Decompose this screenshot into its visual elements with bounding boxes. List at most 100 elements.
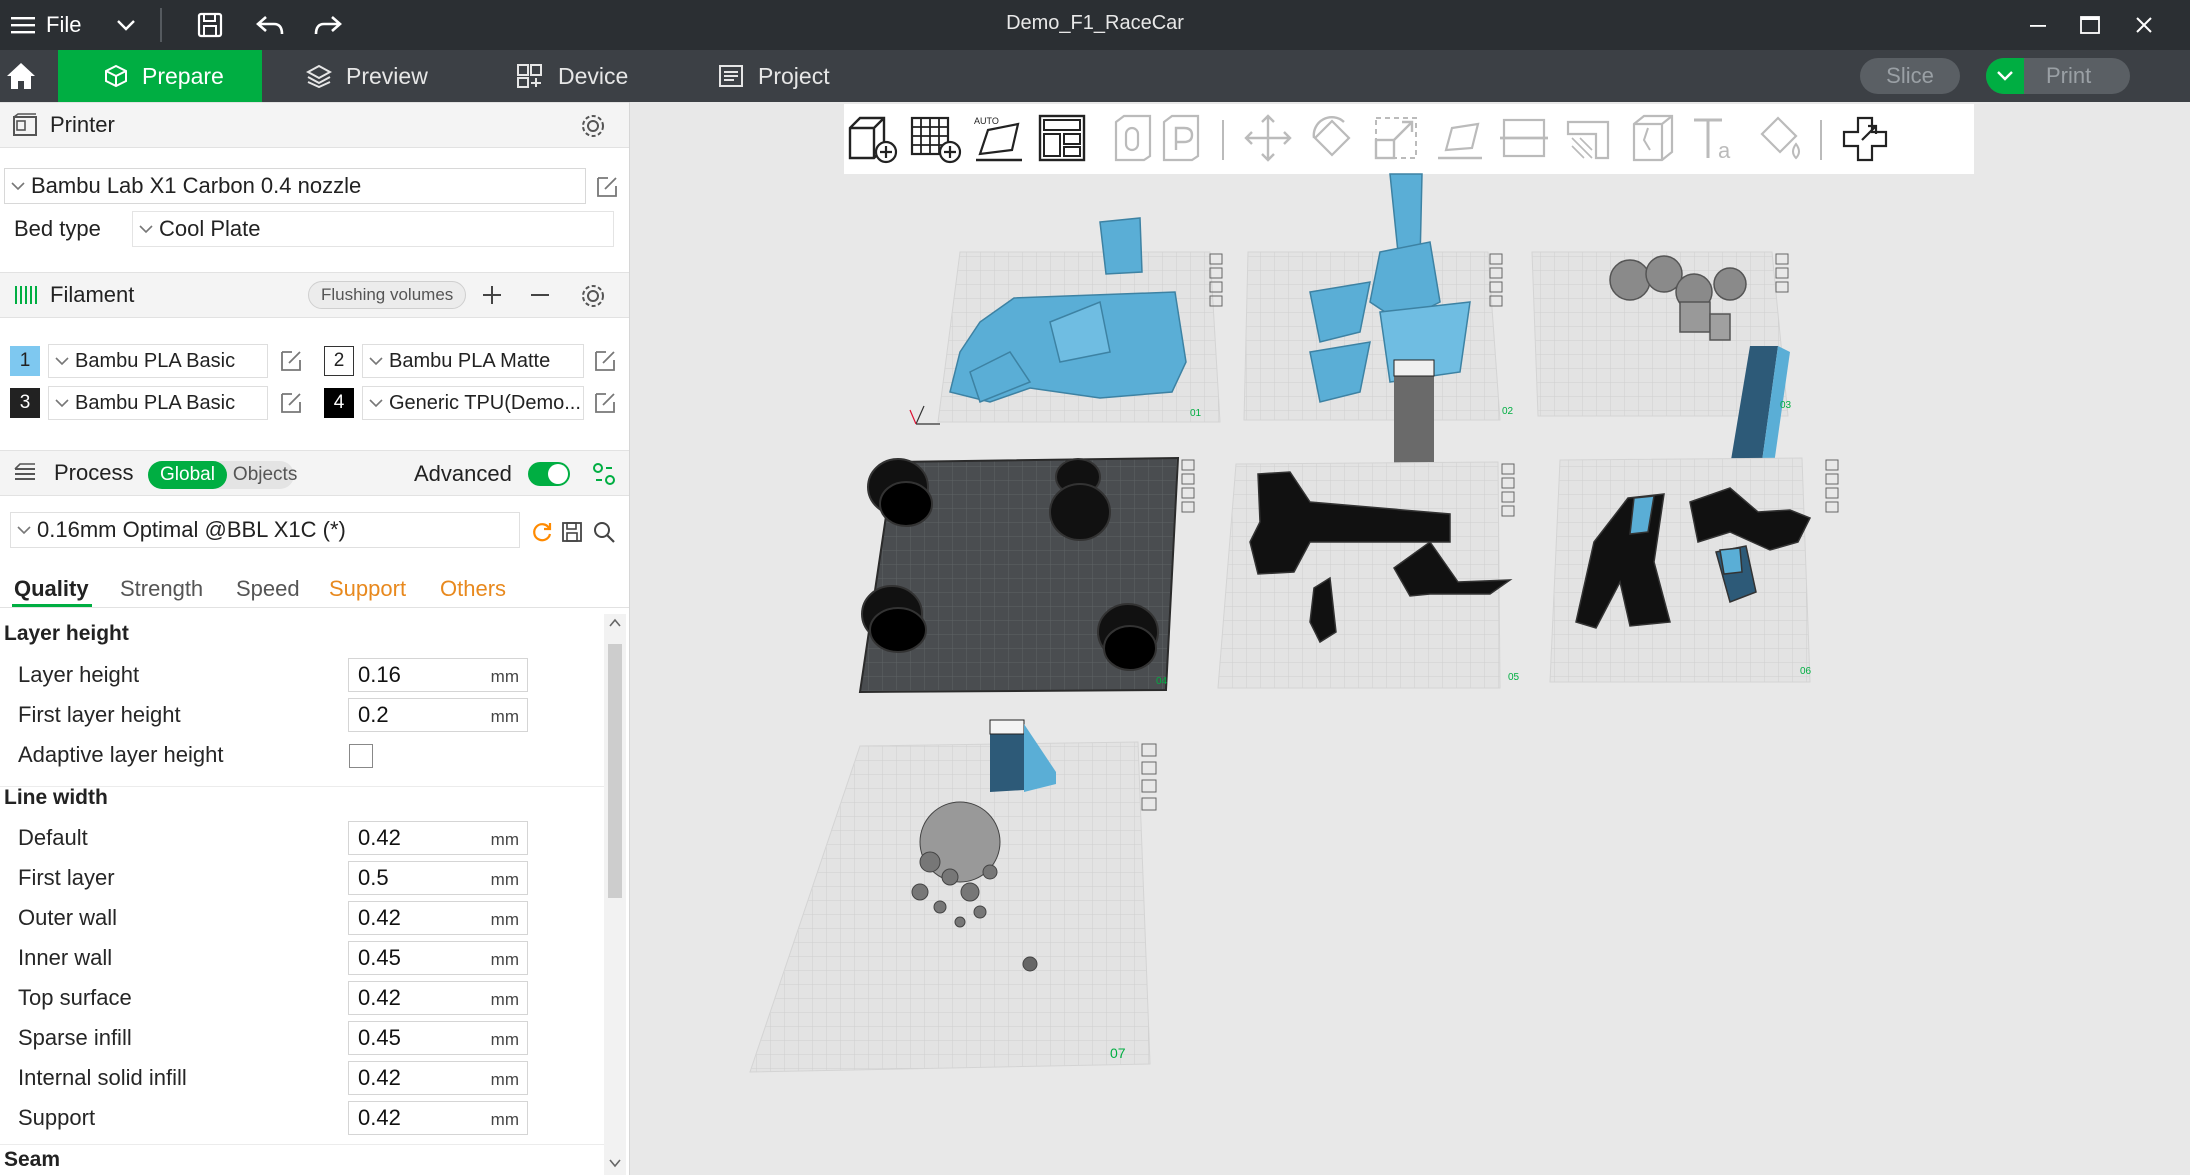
- save-preset-icon[interactable]: [560, 520, 584, 544]
- option-label: Layer height: [18, 662, 140, 687]
- dropdown-chevron-icon[interactable]: [108, 0, 144, 50]
- filament-slot-2-badge[interactable]: 2: [324, 346, 354, 376]
- line-width-support-input[interactable]: 0.42 mm: [348, 1101, 528, 1135]
- process-preset-select[interactable]: 0.16mm Optimal @BBL X1C (*): [10, 512, 520, 548]
- global-toggle[interactable]: Global: [148, 461, 227, 489]
- print-dropdown-icon[interactable]: [1986, 58, 2024, 94]
- filament-section-title: Filament: [50, 282, 135, 307]
- process-layers-icon: [12, 461, 38, 485]
- svg-text:03: 03: [1780, 400, 1792, 411]
- maximize-icon[interactable]: [2068, 0, 2112, 50]
- search-icon[interactable]: [592, 520, 616, 544]
- redo-icon[interactable]: [308, 0, 348, 50]
- filament-slot-number: 3: [19, 392, 31, 413]
- layer-height-input[interactable]: 0.16 mm: [348, 658, 528, 692]
- tab-speed[interactable]: Speed: [236, 576, 300, 602]
- build-plate-05[interactable]: 05: [1217, 461, 1520, 689]
- process-compare-icon[interactable]: [592, 462, 616, 486]
- scroll-down-icon[interactable]: [609, 1158, 621, 1168]
- chevron-down-icon: [17, 525, 31, 535]
- scroll-up-icon[interactable]: [609, 618, 621, 628]
- reset-preset-icon[interactable]: [530, 520, 554, 544]
- tab-quality[interactable]: Quality: [14, 576, 89, 602]
- global-objects-toggle: Global Objects: [148, 461, 297, 489]
- plate-05-controls[interactable]: [1501, 463, 1515, 517]
- edit-filament-1-icon[interactable]: [278, 348, 304, 374]
- chevron-down-icon: [139, 224, 153, 234]
- line-width-default-input[interactable]: 0.42 mm: [348, 821, 528, 855]
- plate-06-controls[interactable]: [1825, 459, 1839, 513]
- option-label: Default: [18, 825, 88, 850]
- printer-section-header: Printer: [0, 102, 629, 148]
- filament-slot-3-select[interactable]: Bambu PLA Basic: [48, 386, 268, 420]
- line-width-outer-wall-input[interactable]: 0.42 mm: [348, 901, 528, 935]
- tab-device[interactable]: Device: [516, 50, 666, 102]
- build-plate-03[interactable]: 03: [1531, 251, 1792, 492]
- tab-support[interactable]: Support: [329, 576, 406, 602]
- line-width-inner-wall-input[interactable]: 0.45 mm: [348, 941, 528, 975]
- add-filament-icon[interactable]: [480, 283, 504, 307]
- tab-support-label: Support: [329, 576, 407, 601]
- edit-filament-2-icon[interactable]: [592, 348, 618, 374]
- line-width-sparse-infill-input[interactable]: 0.45 mm: [348, 1021, 528, 1055]
- plate-07-controls[interactable]: [1141, 743, 1157, 811]
- remove-filament-icon[interactable]: [528, 283, 552, 307]
- line-width-internal-solid-infill-input[interactable]: 0.42 mm: [348, 1061, 528, 1095]
- tab-prepare[interactable]: Prepare: [58, 50, 262, 102]
- home-icon: [5, 61, 51, 91]
- home-button[interactable]: [0, 50, 56, 102]
- unit-label: mm: [490, 990, 519, 1009]
- svg-text:01: 01: [1190, 408, 1202, 419]
- slice-button[interactable]: Slice: [1860, 58, 1960, 94]
- adaptive-layer-height-checkbox[interactable]: [349, 744, 373, 768]
- minimize-icon[interactable]: [2016, 0, 2060, 50]
- toggle-knob: [548, 464, 568, 484]
- printer-select[interactable]: Bambu Lab X1 Carbon 0.4 nozzle: [4, 168, 586, 204]
- build-plate-04[interactable]: 04: [858, 456, 1195, 694]
- scrollbar-thumb[interactable]: [608, 644, 622, 898]
- objects-toggle[interactable]: Objects: [227, 464, 303, 486]
- bed-type-select[interactable]: Cool Plate: [132, 211, 614, 247]
- plate-04-controls[interactable]: [1181, 459, 1195, 513]
- tab-strength[interactable]: Strength: [120, 576, 203, 602]
- flushing-volumes-button[interactable]: Flushing volumes: [308, 281, 467, 309]
- edit-filament-3-icon[interactable]: [278, 390, 304, 416]
- printer-settings-gear-icon[interactable]: [580, 113, 606, 139]
- svg-text:07: 07: [1110, 1045, 1126, 1061]
- build-plate-01[interactable]: 01: [937, 217, 1223, 423]
- tab-others[interactable]: Others: [440, 576, 506, 602]
- filament-slot-2-select[interactable]: Bambu PLA Matte: [362, 344, 584, 378]
- print-button[interactable]: Print: [1986, 58, 2130, 94]
- filament-slot-1-select[interactable]: Bambu PLA Basic: [48, 344, 268, 378]
- input-value: 0.45: [358, 1025, 401, 1050]
- filament-slot-4-select[interactable]: Generic TPU(Demo...: [362, 386, 584, 420]
- line-width-first-layer-input[interactable]: 0.5 mm: [348, 861, 528, 895]
- filament-slot-3-badge[interactable]: 3: [10, 388, 40, 418]
- filament-slot-1-badge[interactable]: 1: [10, 346, 40, 376]
- printer-icon: [12, 113, 38, 137]
- line-width-top-surface-input[interactable]: 0.42 mm: [348, 981, 528, 1015]
- save-icon[interactable]: [190, 0, 230, 50]
- build-plate-02[interactable]: 02: [1243, 173, 1514, 490]
- filament-slot-4-badge[interactable]: 4: [324, 388, 354, 418]
- hamburger-icon: [10, 14, 36, 36]
- advanced-toggle-switch[interactable]: [528, 462, 570, 486]
- filament-settings-gear-icon[interactable]: [580, 283, 606, 309]
- first-layer-height-input[interactable]: 0.2 mm: [348, 698, 528, 732]
- 3d-viewport[interactable]: AUTO a 01 02 03 04 05 06 07: [630, 102, 2190, 1175]
- undo-icon[interactable]: [250, 0, 290, 50]
- tab-project[interactable]: Project: [718, 50, 878, 102]
- build-plate-07[interactable]: 07: [749, 719, 1157, 1073]
- tab-preview[interactable]: Preview: [306, 50, 456, 102]
- close-icon[interactable]: [2122, 0, 2166, 50]
- unit-label: mm: [490, 707, 519, 726]
- settings-scrollbar[interactable]: [604, 614, 626, 1175]
- build-plate-06[interactable]: 06: [1549, 457, 1839, 683]
- edit-printer-icon[interactable]: [594, 174, 620, 200]
- plate-03-controls[interactable]: [1775, 253, 1789, 293]
- group-seam-title: Seam: [4, 1148, 61, 1171]
- input-value: 0.16: [358, 662, 401, 687]
- edit-filament-4-icon[interactable]: [592, 390, 618, 416]
- chevron-down-icon: [369, 398, 383, 408]
- divider: [0, 1144, 604, 1145]
